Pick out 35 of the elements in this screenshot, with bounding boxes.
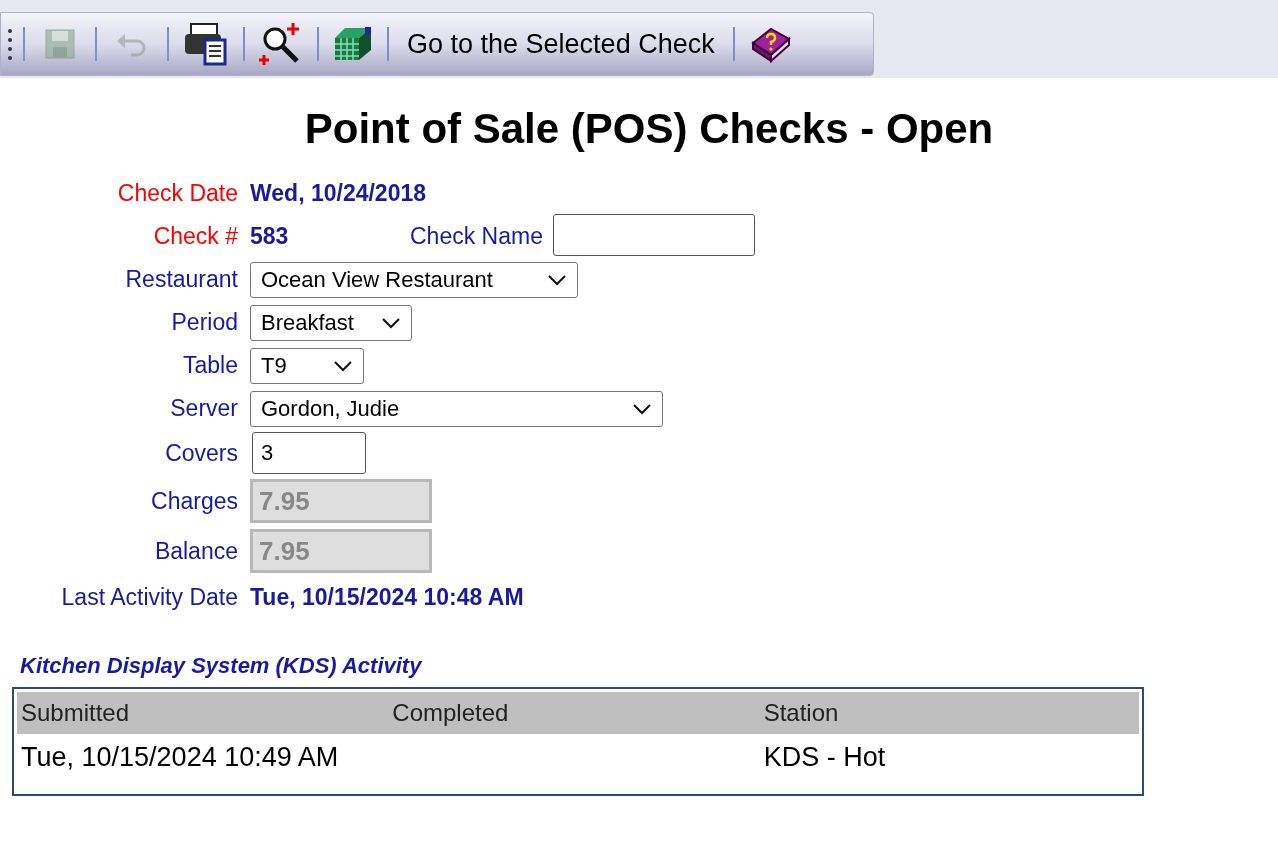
field-label: Covers xyxy=(164,438,238,468)
table-cell-text: KDS - Hot xyxy=(763,740,887,774)
dropdown[interactable]: Ocean View Restaurant xyxy=(250,261,578,298)
check-name-field[interactable] xyxy=(552,213,755,256)
field-label: Restaurant xyxy=(124,265,238,295)
go-to-check-button[interactable]: Go to the Selected Check xyxy=(399,30,723,58)
field-label: Check Name xyxy=(410,222,543,252)
chevron-down-icon xyxy=(333,359,353,372)
grid-cube-icon[interactable] xyxy=(333,26,373,62)
field-label: Period xyxy=(170,308,238,338)
table-cell-text: Tue, 10/15/2024 10:49 AM xyxy=(21,740,340,774)
field-label: Last Activity Date xyxy=(60,583,238,613)
printer-icon[interactable] xyxy=(183,22,229,66)
covers-field[interactable]: 3 xyxy=(252,432,366,474)
chevron-down-icon xyxy=(547,273,567,286)
column-header: Submitted xyxy=(21,698,131,728)
field-value: 583 xyxy=(250,222,290,252)
dropdown[interactable]: Gordon, Judie xyxy=(250,390,663,427)
field-value: Tue, 10/15/2024 10:48 AM xyxy=(250,583,524,613)
field-label: Table xyxy=(182,351,238,381)
page-title: Point of Sale (POS) Checks - Open xyxy=(303,108,995,150)
field-label: Server xyxy=(169,394,238,424)
field-label: Check # xyxy=(152,222,238,252)
chevron-down-icon xyxy=(632,402,652,415)
column-header: Completed xyxy=(392,698,510,728)
section-title: Kitchen Display System (KDS) Activity xyxy=(20,655,423,677)
chevron-down-icon xyxy=(381,316,401,329)
column-header: Station xyxy=(763,698,840,728)
grip-handle-icon[interactable] xyxy=(7,27,13,61)
dropdown[interactable]: T9 xyxy=(250,347,364,384)
field-value: Wed, 10/24/2018 xyxy=(250,179,427,209)
field-label: Charges xyxy=(150,486,238,516)
dropdown[interactable]: Breakfast xyxy=(250,304,412,341)
field-label: Balance xyxy=(153,536,238,566)
field-label: Check Date xyxy=(116,179,238,209)
